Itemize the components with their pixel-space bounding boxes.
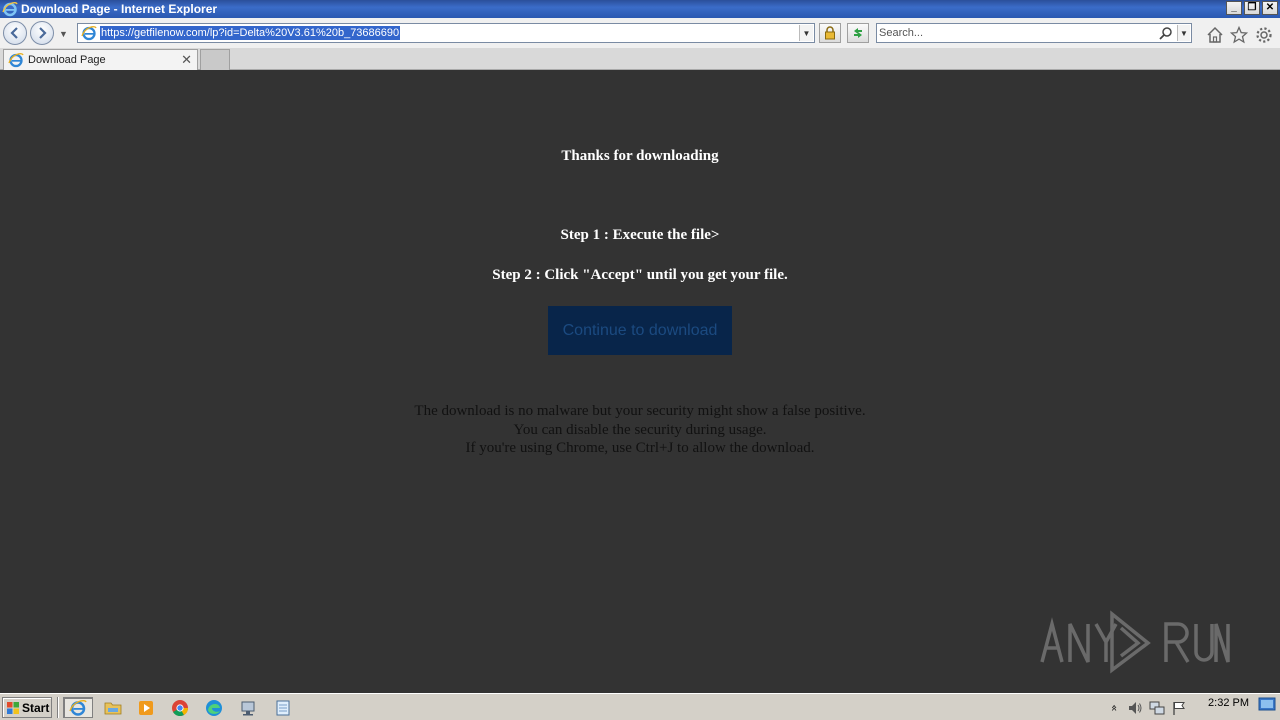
arrow-left-icon: [10, 27, 18, 39]
address-bar[interactable]: https://getfilenow.com/lp?id=Delta%20V3.…: [77, 23, 815, 43]
refresh-button[interactable]: [847, 23, 869, 43]
page-content: Thanks for downloading Step 1 : Execute …: [0, 71, 1280, 693]
tab-bar: Download Page ✕: [0, 48, 1280, 70]
lock-icon: [825, 26, 835, 40]
new-tab-button[interactable]: [200, 49, 230, 70]
taskbar-media-player[interactable]: [131, 697, 161, 718]
favorites-star-icon[interactable]: [1230, 26, 1248, 44]
window-controls: _ ❐ ✕: [1226, 1, 1278, 15]
recent-pages-dropdown[interactable]: ▼: [59, 29, 68, 39]
show-desktop-icon[interactable]: [1258, 697, 1276, 713]
page-heading: Thanks for downloading: [561, 148, 719, 164]
start-label: Start: [22, 700, 50, 715]
continue-download-button[interactable]: Continue to download: [548, 306, 732, 355]
search-icon[interactable]: [1159, 26, 1173, 40]
navigation-bar: ▼ https://getfilenow.com/lp?id=Delta%20V…: [0, 18, 1280, 48]
title-bar: Download Page - Internet Explorer _ ❐ ✕: [0, 0, 1280, 18]
system-clock[interactable]: 2:32 PM: [1208, 697, 1249, 709]
close-button[interactable]: ✕: [1262, 1, 1278, 15]
taskbar-edge[interactable]: [199, 697, 229, 718]
system-tray: [1105, 697, 1280, 718]
window-title: Download Page - Internet Explorer: [21, 2, 218, 16]
windows-flag-icon: [7, 701, 19, 714]
step-1-text: Step 1 : Execute the file>: [560, 227, 720, 243]
tab-label: Download Page: [28, 54, 106, 66]
home-icon[interactable]: [1206, 26, 1224, 44]
arrow-right-icon: [39, 27, 47, 39]
chrome-icon: [172, 699, 189, 716]
edge-icon: [206, 699, 222, 716]
taskbar-notepad[interactable]: [268, 697, 298, 718]
gear-icon[interactable]: [1255, 26, 1273, 44]
notice-line: The download is no malware but your secu…: [414, 403, 866, 419]
forward-button[interactable]: [30, 21, 54, 45]
malware-notice: The download is no malware but your secu…: [0, 402, 1280, 458]
internet-explorer-icon: [69, 699, 87, 716]
refresh-icon: [854, 28, 862, 38]
restore-button[interactable]: ❐: [1244, 1, 1260, 15]
network-app-icon: [241, 701, 255, 715]
address-url[interactable]: https://getfilenow.com/lp?id=Delta%20V3.…: [100, 26, 401, 40]
search-dropdown[interactable]: ▼: [1177, 25, 1190, 41]
taskbar-internet-explorer[interactable]: [63, 697, 93, 718]
taskbar-separator: [57, 697, 59, 718]
action-center-flag-icon[interactable]: [1171, 700, 1187, 716]
taskbar: Start 2:32 PM: [0, 693, 1280, 720]
tab-download-page[interactable]: Download Page ✕: [3, 49, 198, 70]
notice-line: If you're using Chrome, use Ctrl+J to al…: [465, 440, 815, 456]
internet-explorer-icon: [2, 2, 18, 17]
notice-line: You can disable the security during usag…: [513, 421, 767, 438]
step-2-text: Step 2 : Click "Accept" until you get yo…: [492, 267, 788, 283]
page-icon: [81, 26, 97, 41]
security-lock-button[interactable]: [819, 23, 841, 43]
internet-explorer-icon: [8, 53, 24, 68]
volume-icon[interactable]: [1127, 700, 1143, 716]
minimize-button[interactable]: _: [1226, 1, 1242, 15]
folder-icon: [104, 702, 122, 714]
taskbar-explorer[interactable]: [98, 697, 128, 718]
address-dropdown[interactable]: ▼: [799, 25, 813, 41]
search-input[interactable]: [879, 25, 1149, 41]
network-icon[interactable]: [1149, 700, 1165, 716]
back-button[interactable]: [3, 21, 27, 45]
anyrun-watermark-logo: [1040, 610, 1230, 674]
close-tab-icon[interactable]: ✕: [181, 52, 192, 68]
taskbar-network-app[interactable]: [233, 697, 263, 718]
search-box[interactable]: ▼: [876, 23, 1192, 43]
taskbar-chrome[interactable]: [165, 697, 195, 718]
notepad-icon: [276, 700, 290, 715]
media-player-icon: [139, 700, 153, 715]
show-hidden-icons-chevron-icon[interactable]: [1111, 700, 1121, 716]
start-button[interactable]: Start: [2, 697, 52, 718]
